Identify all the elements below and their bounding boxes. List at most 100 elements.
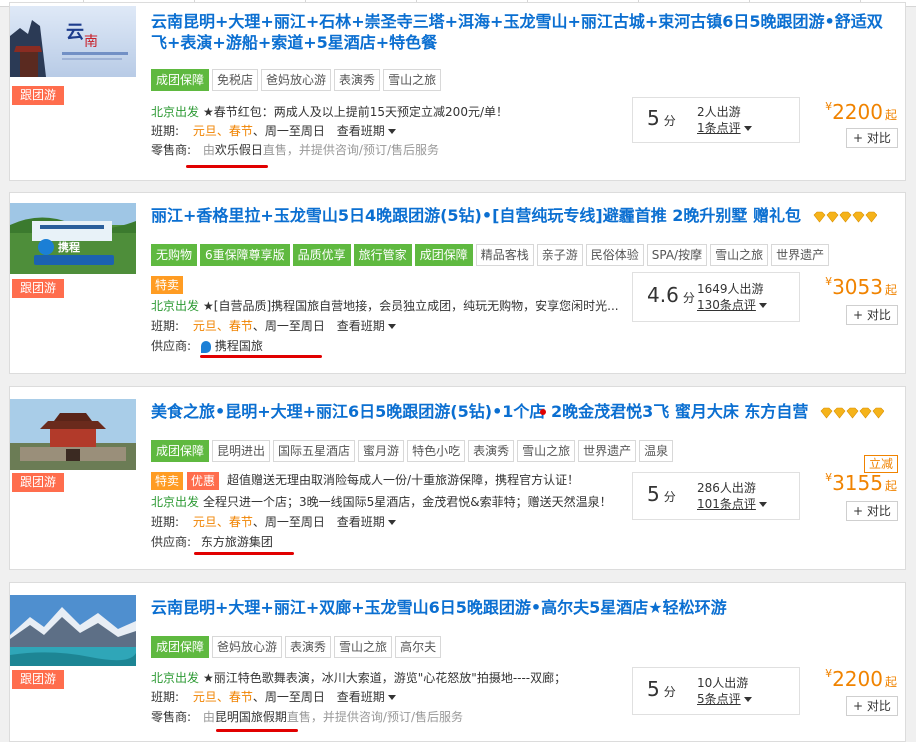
- seller-name-link[interactable]: 欢乐假日: [215, 143, 263, 157]
- product-type-badge: 跟团游: [12, 670, 64, 689]
- price-value: 3053: [832, 275, 883, 299]
- seller-name-link[interactable]: 昆明国旅假期: [215, 710, 287, 724]
- travelers-reviews: 10人出游 5条点评: [697, 675, 752, 707]
- tour-thumbnail[interactable]: [10, 595, 136, 666]
- tour-title-link[interactable]: 美食之旅•昆明+大理+丽江6日5晚跟团游(5钻)•1个店 2晚金茂君悦3飞 蜜月…: [151, 401, 897, 422]
- view-schedule-link[interactable]: 查看班期: [337, 690, 396, 704]
- seller-label: 供应商:: [151, 535, 192, 549]
- score-value: 5分: [647, 482, 676, 506]
- seller-label: 零售商:: [151, 710, 192, 724]
- tag: 雪山之旅: [334, 636, 393, 658]
- tag: 免税店: [212, 69, 259, 91]
- schedule-days: 、周一至周日: [252, 690, 325, 704]
- compare-button[interactable]: + 对比: [846, 501, 898, 521]
- chevron-down-icon: [387, 129, 396, 134]
- tag: 温泉: [639, 440, 674, 462]
- seller-line: 零售商: 由欢乐假日直售，并提供咨询/预订/售后服务: [151, 141, 439, 159]
- tag: 世界遗产: [771, 244, 830, 266]
- product-type-badge: 跟团游: [12, 279, 64, 298]
- schedule-line: 班期: 元旦、春节、周一至周日 查看班期: [151, 688, 396, 706]
- tour-title-link[interactable]: 云南昆明+大理+丽江+双廊+玉龙雪山6日5晚跟团游•高尔夫5星酒店★轻松环游: [151, 597, 897, 618]
- compare-button[interactable]: + 对比: [846, 696, 898, 716]
- travelers-reviews: 1649人出游 130条点评: [697, 281, 767, 313]
- schedule-label: 班期:: [151, 515, 180, 529]
- tag: 表演秀: [285, 636, 332, 658]
- rating-box: 5分 10人出游 5条点评: [632, 667, 800, 715]
- tag: 表演秀: [468, 440, 515, 462]
- promo-text: ★[自营品质]携程国旅自营地接，会员独立成团，纯玩无购物，安享您闲时光...: [203, 299, 619, 313]
- schedule-line: 班期: 元旦、春节、周一至周日 查看班期: [151, 317, 396, 335]
- promo-line: 北京出发 ★[自营品质]携程国旅自营地接，会员独立成团，纯玩无购物，安享您闲时光.…: [151, 297, 619, 315]
- tag: 雪山之旅: [383, 69, 442, 91]
- tag-list: 成团保障 免税店 爸妈放心游 表演秀 雪山之旅: [151, 69, 444, 91]
- seller-label: 供应商:: [151, 339, 192, 353]
- tag: 表演秀: [334, 69, 381, 91]
- seller-name-link[interactable]: 东方旅游集团: [201, 535, 273, 549]
- price: ¥2200 起: [825, 100, 897, 124]
- reviews-link[interactable]: 5条点评: [697, 692, 741, 706]
- reviews-link[interactable]: 130条点评: [697, 298, 756, 312]
- schedule-label: 班期:: [151, 124, 180, 138]
- price: ¥3053 起: [825, 275, 897, 299]
- price-from-label: 起: [884, 479, 897, 493]
- chevron-down-icon: [743, 126, 752, 131]
- seller-name-link[interactable]: 携程国旅: [215, 339, 263, 353]
- view-schedule-link[interactable]: 查看班期: [337, 319, 396, 333]
- rating-box: 5分 2人出游 1条点评: [632, 97, 800, 143]
- compare-button[interactable]: + 对比: [846, 128, 898, 148]
- svg-text:云: 云: [66, 22, 84, 43]
- departure-city: 北京出发: [151, 299, 200, 313]
- tag: 爸妈放心游: [212, 636, 283, 658]
- schedule-holidays: 元旦、春节: [192, 515, 253, 529]
- product-type-badge: 跟团游: [12, 86, 64, 105]
- tag: 高尔夫: [395, 636, 442, 658]
- seller-line: 零售商: 由昆明国旅假期直售，并提供咨询/预订/售后服务: [151, 708, 463, 726]
- tag-guarantee: 成团保障: [151, 440, 210, 462]
- tour-card[interactable]: 跟团游 云南昆明+大理+丽江+双廊+玉龙雪山6日5晚跟团游•高尔夫5星酒店★轻松…: [9, 582, 906, 742]
- tour-thumbnail[interactable]: [10, 399, 136, 470]
- tour-card[interactable]: 携程 跟团游 丽江+香格里拉+玉龙雪山5日4晚跟团游(5钻)•[自营纯玩专线]避…: [9, 192, 906, 374]
- rating-box: 5分 286人出游 101条点评: [632, 472, 800, 520]
- tag: 精品客栈: [475, 244, 534, 266]
- tour-card[interactable]: 跟团游 美食之旅•昆明+大理+丽江6日5晚跟团游(5钻)•1个店 2晚金茂君悦3…: [9, 386, 906, 570]
- tag: 世界遗产: [578, 440, 637, 462]
- price-value: 3155: [832, 471, 883, 495]
- price-from-label: 起: [884, 675, 897, 689]
- view-schedule-link[interactable]: 查看班期: [337, 124, 396, 138]
- promo-line: 北京出发 ★丽江特色歌舞表演，冰川大索道，游览"心花怒放"拍摄地----双廊；: [151, 669, 566, 687]
- promo-text: ★春节红包：两成人及以上提前15天预定立减200元/单！: [203, 105, 508, 119]
- departure-city: 北京出发: [151, 105, 200, 119]
- tag: 蜜月游: [358, 440, 405, 462]
- score-value: 4.6 分: [647, 283, 695, 307]
- schedule-days: 、周一至周日: [252, 515, 325, 529]
- compare-button[interactable]: + 对比: [846, 305, 898, 325]
- travelers-count: 1649人出游: [697, 282, 764, 296]
- reviews-link[interactable]: 1条点评: [697, 121, 741, 135]
- tag-list: 成团保障 昆明进出 国际五星酒店 蜜月游 特色小吃 表演秀 雪山之旅 世界遗产 温泉: [151, 440, 676, 462]
- tour-title-link[interactable]: 云南昆明+大理+丽江+石林+崇圣寺三塔+洱海+玉龙雪山+丽江古城+束河古镇6日5…: [151, 11, 897, 53]
- price-from-label: 起: [884, 283, 897, 297]
- special-line: 特卖 优惠 超值赠送无理由取消险每成人一份/十重旅游保障，携程官方认证！: [151, 471, 579, 490]
- chevron-down-icon: [387, 520, 396, 525]
- travelers-reviews: 286人出游 101条点评: [697, 480, 767, 512]
- tag-guarantee: 成团保障: [151, 636, 210, 658]
- price-value: 2200: [832, 667, 883, 691]
- tag: 昆明进出: [212, 440, 271, 462]
- reviews-link[interactable]: 101条点评: [697, 497, 756, 511]
- tour-thumbnail[interactable]: 云 南: [10, 6, 136, 77]
- view-schedule-link[interactable]: 查看班期: [337, 515, 396, 529]
- chevron-down-icon: [387, 695, 396, 700]
- chevron-down-icon: [758, 502, 767, 507]
- tour-thumbnail[interactable]: 携程: [10, 203, 136, 274]
- schedule-line: 班期: 元旦、春节、周一至周日 查看班期: [151, 513, 396, 531]
- red-underline-annotation: [194, 552, 294, 555]
- schedule-holidays: 元旦、春节: [192, 690, 253, 704]
- tag-guarantee: 无购物: [151, 244, 198, 266]
- tour-title-link[interactable]: 丽江+香格里拉+玉龙雪山5日4晚跟团游(5钻)•[自营纯玩专线]避霾首推 2晚升…: [151, 205, 897, 226]
- schedule-label: 班期:: [151, 690, 180, 704]
- travelers-count: 2人出游: [697, 105, 741, 119]
- tour-card[interactable]: 云 南 跟团游 云南昆明+大理+丽江+石林+崇圣寺三塔+洱海+玉龙雪山+丽江古城…: [9, 2, 906, 181]
- travelers-count: 10人出游: [697, 676, 749, 690]
- schedule-label: 班期:: [151, 319, 180, 333]
- departure-city: 北京出发: [151, 495, 200, 509]
